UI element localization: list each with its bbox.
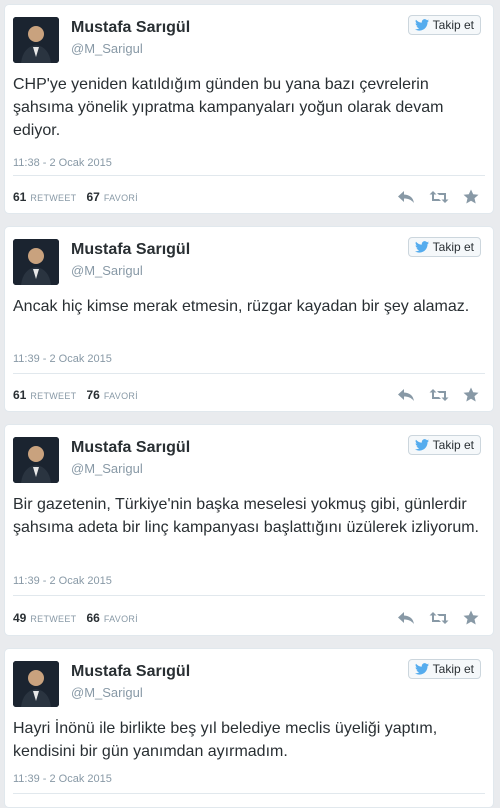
retweet-count[interactable]: 61 — [13, 190, 26, 204]
tweet-actions — [397, 387, 479, 402]
twitter-bird-icon — [414, 439, 429, 451]
author-name[interactable]: Mustafa Sarıgül — [71, 19, 190, 37]
tweet-text: Ancak hiç kimse merak etmesin, rüzgar ka… — [13, 298, 470, 315]
retweet-label: RETWEET — [30, 391, 77, 401]
tweet-timestamp[interactable]: 11:39 - 2 Ocak 2015 — [13, 575, 112, 587]
tweet-card: Mustafa Sarıgül @M_Sarigul Takip et Bir … — [4, 424, 494, 636]
avatar[interactable] — [13, 17, 59, 63]
tweet-actions — [397, 189, 479, 204]
divider — [13, 793, 485, 794]
follow-button[interactable]: Takip et — [407, 435, 481, 455]
tweet-card: Mustafa Sarıgül @M_Sarigul Takip et Hayr… — [4, 648, 494, 808]
favorite-count[interactable]: 67 — [86, 190, 99, 204]
avatar[interactable] — [13, 661, 59, 707]
follow-label: Takip et — [432, 662, 474, 676]
tweet-actions — [397, 610, 479, 625]
star-icon[interactable] — [463, 387, 479, 402]
retweet-label: RETWEET — [30, 614, 77, 624]
retweet-count[interactable]: 49 — [13, 611, 26, 625]
twitter-bird-icon — [414, 19, 429, 31]
follow-button[interactable]: Takip et — [407, 237, 481, 257]
follow-button[interactable]: Takip et — [407, 659, 481, 679]
tweet-card: Mustafa Sarıgül @M_Sarigul Takip et Anca… — [4, 226, 494, 412]
retweet-icon[interactable] — [429, 190, 449, 204]
tweet-stats: 61 RETWEET 67 FAVORİ — [13, 190, 144, 204]
author-handle[interactable]: @M_Sarigul — [71, 461, 143, 476]
follow-button[interactable]: Takip et — [407, 15, 481, 35]
divider — [13, 373, 485, 374]
tweet-stats: 49 RETWEET 66 FAVORİ — [13, 611, 144, 625]
tweet-text: CHP'ye yeniden katıldığım günden bu yana… — [13, 76, 444, 139]
star-icon[interactable] — [463, 189, 479, 204]
favorite-label: FAVORİ — [103, 193, 138, 203]
tweet-stats: 61 RETWEET 76 FAVORİ — [13, 388, 144, 402]
tweet-timestamp[interactable]: 11:38 - 2 Ocak 2015 — [13, 157, 112, 169]
tweet-timestamp[interactable]: 11:39 - 2 Ocak 2015 — [13, 353, 112, 365]
author-handle[interactable]: @M_Sarigul — [71, 685, 143, 700]
author-name[interactable]: Mustafa Sarıgül — [71, 439, 190, 457]
retweet-count[interactable]: 61 — [13, 388, 26, 402]
reply-icon[interactable] — [397, 190, 415, 204]
divider — [13, 175, 485, 176]
retweet-label: RETWEET — [30, 193, 77, 203]
star-icon[interactable] — [463, 610, 479, 625]
tweet-card: Mustafa Sarıgül @M_Sarigul Takip et CHP'… — [4, 4, 494, 214]
retweet-icon[interactable] — [429, 611, 449, 625]
reply-icon[interactable] — [397, 388, 415, 402]
retweet-icon[interactable] — [429, 388, 449, 402]
favorite-count[interactable]: 76 — [86, 388, 99, 402]
avatar[interactable] — [13, 239, 59, 285]
tweet-text: Hayri İnönü ile birlikte beş yıl belediy… — [13, 720, 438, 760]
divider — [13, 595, 485, 596]
follow-label: Takip et — [432, 18, 474, 32]
reply-icon[interactable] — [397, 611, 415, 625]
tweet-feed: Mustafa Sarıgül @M_Sarigul Takip et CHP'… — [0, 0, 500, 808]
author-handle[interactable]: @M_Sarigul — [71, 263, 143, 278]
avatar[interactable] — [13, 437, 59, 483]
tweet-timestamp[interactable]: 11:39 - 2 Ocak 2015 — [13, 773, 112, 785]
favorite-count[interactable]: 66 — [86, 611, 99, 625]
tweet-text: Bir gazetenin, Türkiye'nin başka meseles… — [13, 496, 479, 536]
follow-label: Takip et — [432, 240, 474, 254]
twitter-bird-icon — [414, 663, 429, 675]
favorite-label: FAVORİ — [103, 391, 138, 401]
author-name[interactable]: Mustafa Sarıgül — [71, 663, 190, 681]
author-name[interactable]: Mustafa Sarıgül — [71, 241, 190, 259]
follow-label: Takip et — [432, 438, 474, 452]
author-handle[interactable]: @M_Sarigul — [71, 41, 143, 56]
favorite-label: FAVORİ — [103, 614, 138, 624]
twitter-bird-icon — [414, 241, 429, 253]
